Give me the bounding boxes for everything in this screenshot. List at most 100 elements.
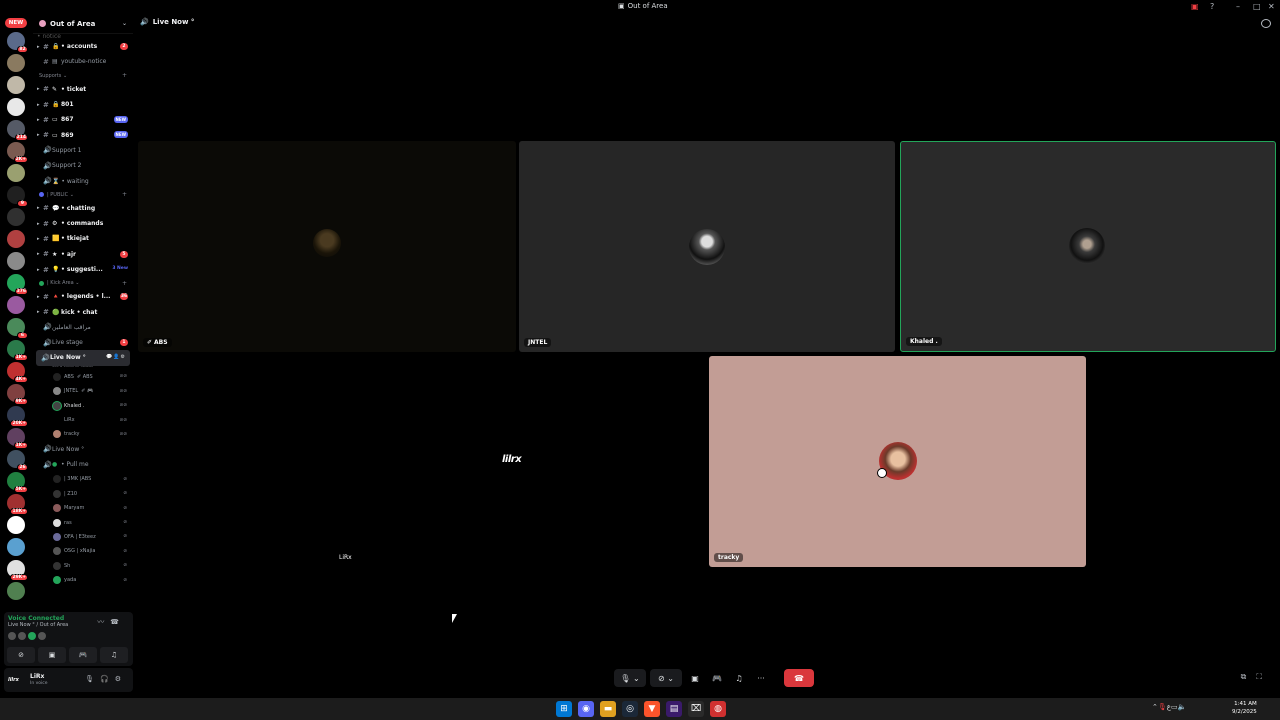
disconnect-button[interactable]: ☎ — [784, 669, 814, 687]
mic-button[interactable]: 🎙 ⌄ — [614, 669, 646, 687]
text-channel[interactable]: ▸ # 🔺 • legends • l... 36 — [33, 289, 133, 304]
popout-icon[interactable]: ⧉ — [1241, 672, 1257, 681]
participant-tile-khaled[interactable]: Khaled . — [900, 141, 1276, 352]
terminal-icon[interactable]: ⌧ — [688, 701, 704, 717]
text-channel[interactable]: ▸ # 🔒 • accounts 2 — [33, 39, 133, 54]
voice-user[interactable]: LiRx ⊘⊘ — [33, 413, 133, 427]
browser-icon[interactable]: ◍ — [710, 701, 726, 717]
chat-icon[interactable] — [1261, 19, 1271, 28]
network-icon[interactable]: ▭ — [1171, 703, 1178, 711]
start-icon[interactable]: ⊞ — [556, 701, 572, 717]
voice-user[interactable]: | 3MK |ABS ⊘ — [33, 472, 133, 486]
channel-action-icons[interactable]: 💬👤⚙ — [106, 354, 126, 360]
text-channel[interactable]: ▸ # 🔒 801 — [33, 97, 133, 112]
text-channel[interactable]: ▸ # 🟢 kick • chat — [33, 304, 133, 319]
voice-channel[interactable]: 🔊 Support 2 — [33, 158, 133, 173]
server-icon[interactable]: 20K+ — [7, 406, 28, 427]
voice-user[interactable]: JNTEL ✐ 🎮 ⊘⊘ — [33, 384, 133, 398]
voice-channel-live-now-2[interactable]: 🔊 Live Now ° — [33, 442, 133, 457]
voice-channel[interactable]: 🔊 Live stage 1 — [33, 335, 133, 350]
voice-user[interactable]: ras ⊘ — [33, 515, 133, 529]
category-public[interactable]: | PUBLIC ⌄ + — [33, 189, 133, 201]
noise-suppression-icon[interactable]: 〰 — [97, 618, 110, 626]
server-icon[interactable]: 4K+ — [7, 362, 28, 383]
text-channel[interactable]: ▸ # 🟨 • tkiejat — [33, 231, 133, 246]
camera-button[interactable]: ⊘ — [7, 647, 35, 663]
server-icon[interactable]: 1K+ — [7, 340, 28, 361]
participant-tile-jntel[interactable]: JNTEL — [519, 141, 895, 352]
clock[interactable]: 1:41 AM 9/2/2025 — [1232, 700, 1257, 716]
participant-tile-abs[interactable]: ✐ ABS — [138, 141, 516, 352]
headphones-icon[interactable]: 🎧 — [100, 675, 115, 683]
voice-user[interactable]: yada ⊘ — [33, 573, 133, 587]
server-icon[interactable]: 18K+ — [7, 494, 28, 515]
mic-icon[interactable]: 🎙 — [85, 675, 100, 683]
volume-icon[interactable]: 🔈 — [1178, 703, 1187, 711]
text-channel[interactable]: ▸ # ★ • ajr 5 — [33, 247, 133, 262]
server-icon[interactable]: 214 — [7, 120, 28, 141]
steam-icon[interactable]: ◎ — [622, 701, 638, 717]
server-icon[interactable]: 26 — [7, 450, 28, 471]
text-channel[interactable]: ▸ # ▭ 867 NEW — [33, 112, 133, 127]
discord-icon[interactable]: ◉ — [578, 701, 594, 717]
server-icon[interactable]: 29K+ — [7, 560, 28, 581]
activity-button[interactable]: 🎮 — [69, 647, 97, 663]
participant-tile-lirx[interactable]: lilrx LiRx — [330, 356, 706, 567]
new-pill[interactable]: NEW — [5, 18, 27, 28]
server-icon[interactable] — [7, 208, 25, 226]
text-channel[interactable]: ▸ # ▭ 869 NEW — [33, 127, 133, 142]
participant-tile-tracky[interactable]: tracky — [709, 356, 1086, 567]
text-channel[interactable]: # ▤ youtube-notice — [33, 54, 133, 69]
inbox-icon[interactable]: ▣ — [1191, 2, 1199, 11]
voice-user[interactable]: OSG | xNajia ⊘ — [33, 544, 133, 558]
server-icon[interactable]: 376 — [7, 274, 28, 295]
server-icon[interactable] — [7, 516, 25, 534]
server-icon[interactable]: 2K+ — [7, 142, 28, 163]
voice-location[interactable]: Live Now ° / Out of Area — [8, 622, 68, 628]
screen-share-button[interactable]: ▣ — [686, 669, 704, 687]
text-channel[interactable]: ▸ # 💬 • chatting — [33, 201, 133, 216]
disconnect-icon[interactable]: ☎ — [110, 618, 125, 626]
text-channel[interactable]: ▸ # ⚙ • commands — [33, 216, 133, 231]
fullscreen-icon[interactable]: ⛶ — [1256, 672, 1272, 681]
server-icon[interactable]: 6 — [7, 318, 28, 339]
app-icon[interactable]: ▤ — [666, 701, 682, 717]
voice-channel[interactable]: 🔊 ⌛ • waiting — [33, 173, 133, 188]
server-icon[interactable] — [7, 582, 25, 600]
server-icon[interactable]: 82 — [7, 32, 28, 53]
voice-user[interactable]: | Z10 ⊘ — [33, 487, 133, 501]
screen-share-button[interactable]: ▣ — [38, 647, 66, 663]
soundboard-button[interactable]: ♫ — [100, 647, 128, 663]
server-icon[interactable] — [7, 252, 25, 270]
help-icon[interactable]: ? — [1210, 2, 1214, 11]
text-channel[interactable]: ▸ # 💡 • suggesti... 3 New — [33, 262, 133, 277]
activity-button[interactable]: 🎮 — [708, 669, 726, 687]
add-channel-icon[interactable]: + — [122, 280, 127, 287]
more-button[interactable]: ··· — [752, 669, 770, 687]
voice-user[interactable]: tracky ⊘⊘ — [33, 427, 133, 441]
voice-channel-live-now-active[interactable]: 🔊 Live Now ° 💬👤⚙ — [36, 350, 130, 366]
mic-tray-icon[interactable]: 🎙 — [1158, 703, 1167, 711]
server-icon[interactable] — [7, 164, 25, 182]
server-icon[interactable]: 9 — [7, 186, 28, 207]
minimize-button[interactable]: – — [1236, 2, 1240, 11]
soundboard-button[interactable]: ♫ — [730, 669, 748, 687]
user-name[interactable]: LiRx — [30, 673, 44, 680]
voice-user[interactable]: Sh ⊘ — [33, 559, 133, 573]
server-icon[interactable]: 1K+ — [7, 428, 28, 449]
gear-icon[interactable]: ⚙ — [115, 675, 127, 683]
camera-button[interactable]: ⊘ ⌄ — [650, 669, 682, 687]
file-explorer-icon[interactable]: ▬ — [600, 701, 616, 717]
category-kick[interactable]: | Kick Area ⌄ + — [33, 277, 133, 289]
text-channel[interactable]: ▸ # ✎ • ticket — [33, 82, 133, 97]
server-icon[interactable] — [7, 98, 25, 116]
server-icon[interactable] — [7, 230, 25, 248]
close-button[interactable]: ✕ — [1268, 2, 1275, 11]
voice-user[interactable]: Khaled . ⊘⊘ — [33, 398, 133, 412]
voice-channel-pull-me[interactable]: 🔊 ● • Pull me — [33, 457, 133, 472]
user-avatar[interactable]: lilrx — [8, 673, 24, 687]
brave-icon[interactable]: ▼ — [644, 701, 660, 717]
server-icon[interactable] — [7, 76, 25, 94]
category-support[interactable]: Supports ⌄ + — [33, 70, 133, 82]
server-icon[interactable] — [7, 54, 25, 72]
